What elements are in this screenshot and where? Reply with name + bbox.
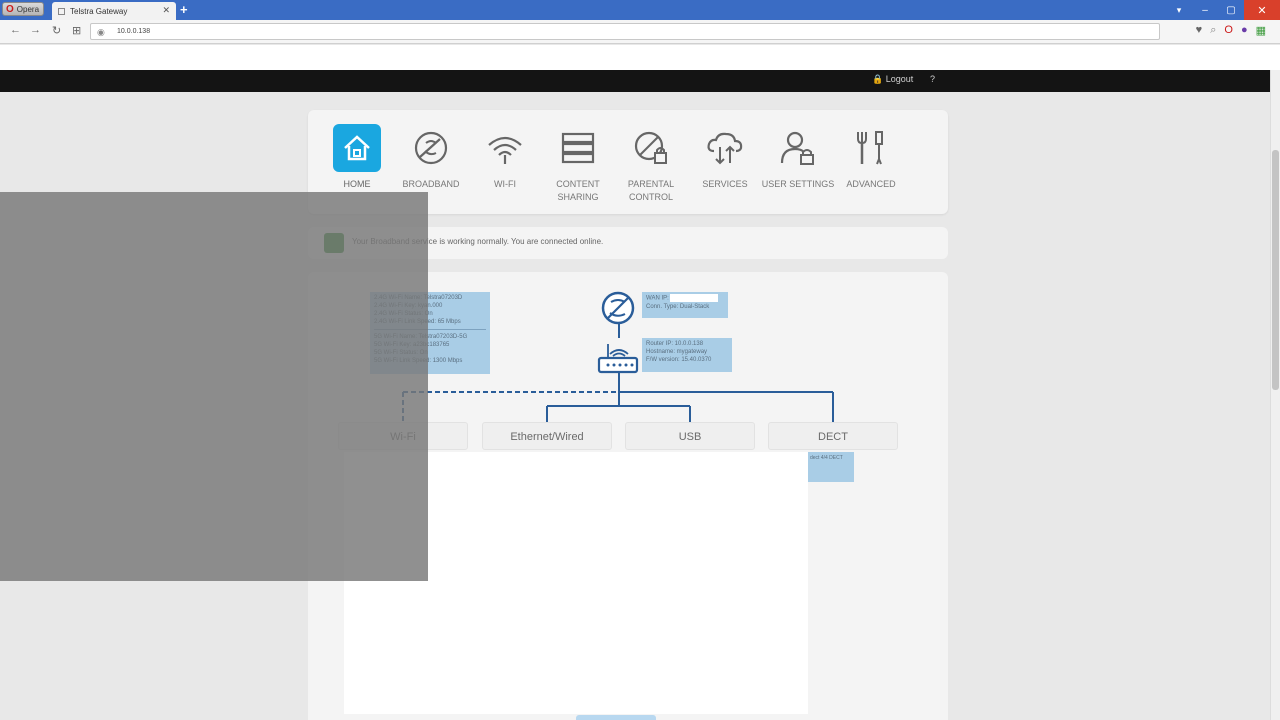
content-sharing-icon xyxy=(554,124,602,172)
page-top-spacer xyxy=(0,45,1280,70)
tab-menu-button[interactable]: ▾ xyxy=(1166,0,1192,20)
nav-label-content-sharing: CONTENT SHARING xyxy=(556,179,600,202)
nav-label-broadband: BROADBAND xyxy=(402,179,460,189)
nav-item-broadband[interactable]: BROADBAND xyxy=(394,124,468,191)
tab-title: Telstra Gateway xyxy=(70,6,128,16)
page-scrollbar[interactable] xyxy=(1270,70,1280,720)
router-hostname: Hostname: mygateway xyxy=(646,349,708,355)
maximize-button[interactable]: ▢ xyxy=(1218,0,1244,20)
close-window-button[interactable]: ✕ xyxy=(1244,0,1280,20)
tab-dect[interactable]: DECT xyxy=(768,422,898,450)
back-icon[interactable]: ← xyxy=(10,24,21,36)
extension-badge-icon[interactable]: ● xyxy=(1241,24,1248,37)
opera-extension-icon[interactable]: O xyxy=(1224,24,1233,37)
reload-icon[interactable]: ↻ xyxy=(52,24,61,37)
router-info-box: Router IP: 10.0.0.138 Hostname: mygatewa… xyxy=(642,338,732,372)
nav-label-parental-control: PARENTAL CONTROL xyxy=(627,179,675,202)
services-icon xyxy=(701,124,749,172)
wan-ip-label: WAN IP: xyxy=(646,295,669,302)
wan-ip-row: WAN IP: xyxy=(646,294,724,303)
browser-tab[interactable]: Telstra Gateway ✕ xyxy=(52,2,176,20)
help-icon[interactable]: ? xyxy=(930,74,935,84)
url-text: 10.0.0.138 xyxy=(117,28,151,35)
speed-dial-icon[interactable]: ⊞ xyxy=(72,24,81,37)
grey-overlay xyxy=(0,192,428,581)
search-icon[interactable]: ⌕ xyxy=(1210,24,1216,37)
extension-grid-icon[interactable]: ▦ xyxy=(1256,24,1266,37)
parental-control-icon xyxy=(627,124,675,172)
minimize-button[interactable]: – xyxy=(1192,0,1218,20)
page-favicon-icon xyxy=(58,7,65,15)
nav-label-home: HOME xyxy=(343,179,371,189)
nav-label-user-settings: USER SETTINGS xyxy=(761,179,835,189)
address-bar-icons: ♥ ⌕ O ● ▦ xyxy=(1196,24,1266,37)
new-tab-button[interactable]: + xyxy=(180,2,188,17)
opera-menu-button[interactable]: O Opera xyxy=(2,2,44,16)
router-ip: Router IP: 10.0.0.138 xyxy=(646,341,704,347)
home-icon xyxy=(333,124,381,172)
router-icon xyxy=(597,344,639,374)
nav-label-services: SERVICES xyxy=(702,179,748,189)
browser-tabbar: O Opera Telstra Gateway ✕ + ▾ – ▢ ✕ xyxy=(0,0,1280,20)
wifi-icon xyxy=(481,124,529,172)
internet-globe-icon xyxy=(601,291,635,325)
app-top-bar: 🔒 Logout ? xyxy=(0,70,1270,92)
tab-close-button[interactable]: ✕ xyxy=(162,5,170,16)
nav-item-content-sharing[interactable]: CONTENT SHARING xyxy=(541,124,615,204)
broadband-icon xyxy=(407,124,455,172)
nav-label-advanced: ADVANCED xyxy=(846,179,896,189)
user-settings-icon xyxy=(774,124,822,172)
window-controls: ▾ – ▢ ✕ xyxy=(1166,0,1280,20)
logout-label: Logout xyxy=(885,74,914,84)
bookmark-heart-icon[interactable]: ♥ xyxy=(1196,24,1203,37)
nav-item-services[interactable]: SERVICES xyxy=(688,124,762,191)
scroll-thumb[interactable] xyxy=(1272,150,1279,390)
site-info-icon[interactable]: ◉ xyxy=(97,27,105,38)
forward-icon[interactable]: → xyxy=(30,24,41,36)
tab-ethernet[interactable]: Ethernet/Wired xyxy=(482,422,612,450)
opera-menu-label: Opera xyxy=(16,4,40,14)
nav-item-user-settings[interactable]: USER SETTINGS xyxy=(761,124,835,191)
dect-info-box: dect 4/4 DECT xyxy=(806,452,854,482)
nav-item-advanced[interactable]: ADVANCED xyxy=(834,124,908,191)
wan-info-box: WAN IP: Conn. Type: Dual-Stack xyxy=(642,292,728,318)
logout-link[interactable]: 🔒 Logout xyxy=(872,74,913,85)
nav-item-wifi[interactable]: WI-FI xyxy=(468,124,542,191)
panel-bottom-tab[interactable] xyxy=(576,715,656,720)
router-firmware: F/W version: 15.40.0370 xyxy=(646,357,712,363)
tab-usb[interactable]: USB xyxy=(625,422,755,450)
nav-item-parental-control[interactable]: PARENTAL CONTROL xyxy=(614,124,688,204)
conn-type: Conn. Type: Dual-Stack xyxy=(646,303,710,310)
advanced-icon xyxy=(847,124,895,172)
address-bar: ← → ↻ ⊞ ◉ 10.0.0.138 ♥ ⌕ O ● ▦ xyxy=(0,20,1280,44)
nav-label-wifi: WI-FI xyxy=(494,179,516,189)
nav-item-home[interactable]: HOME xyxy=(320,124,394,191)
wan-ip-redacted xyxy=(670,294,719,302)
url-field[interactable]: ◉ 10.0.0.138 xyxy=(90,23,1160,40)
opera-logo-icon: O xyxy=(6,3,14,15)
